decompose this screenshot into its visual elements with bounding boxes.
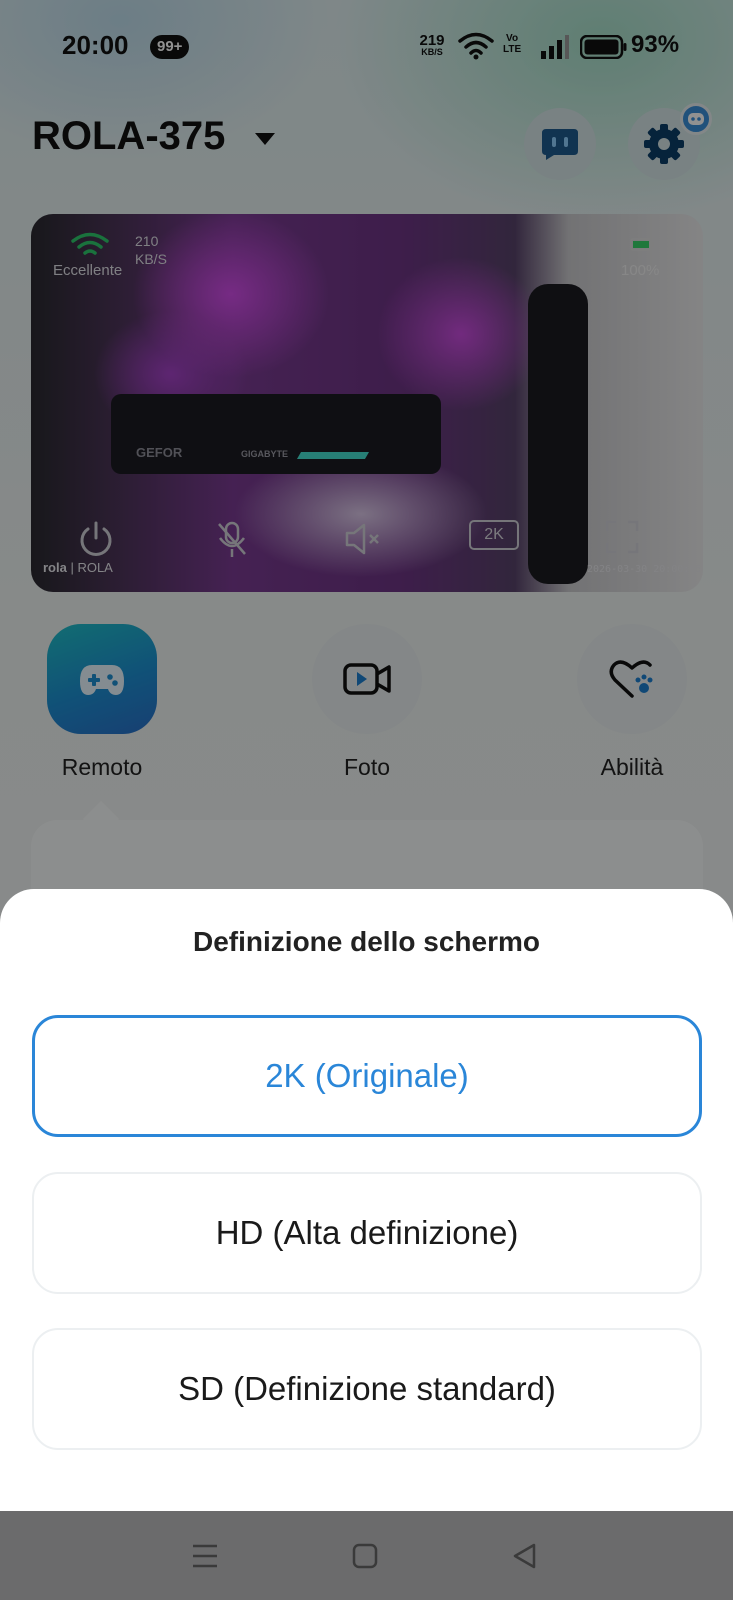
option-hd[interactable]: HD (Alta definizione) [32, 1172, 702, 1294]
home-icon[interactable] [352, 1543, 378, 1569]
menu-icon[interactable] [191, 1543, 219, 1569]
back-icon[interactable] [512, 1543, 538, 1569]
sheet-title: Definizione dello schermo [193, 926, 540, 957]
option-2k[interactable]: 2K (Originale) [32, 1015, 702, 1137]
option-sd[interactable]: SD (Definizione standard) [32, 1328, 702, 1450]
